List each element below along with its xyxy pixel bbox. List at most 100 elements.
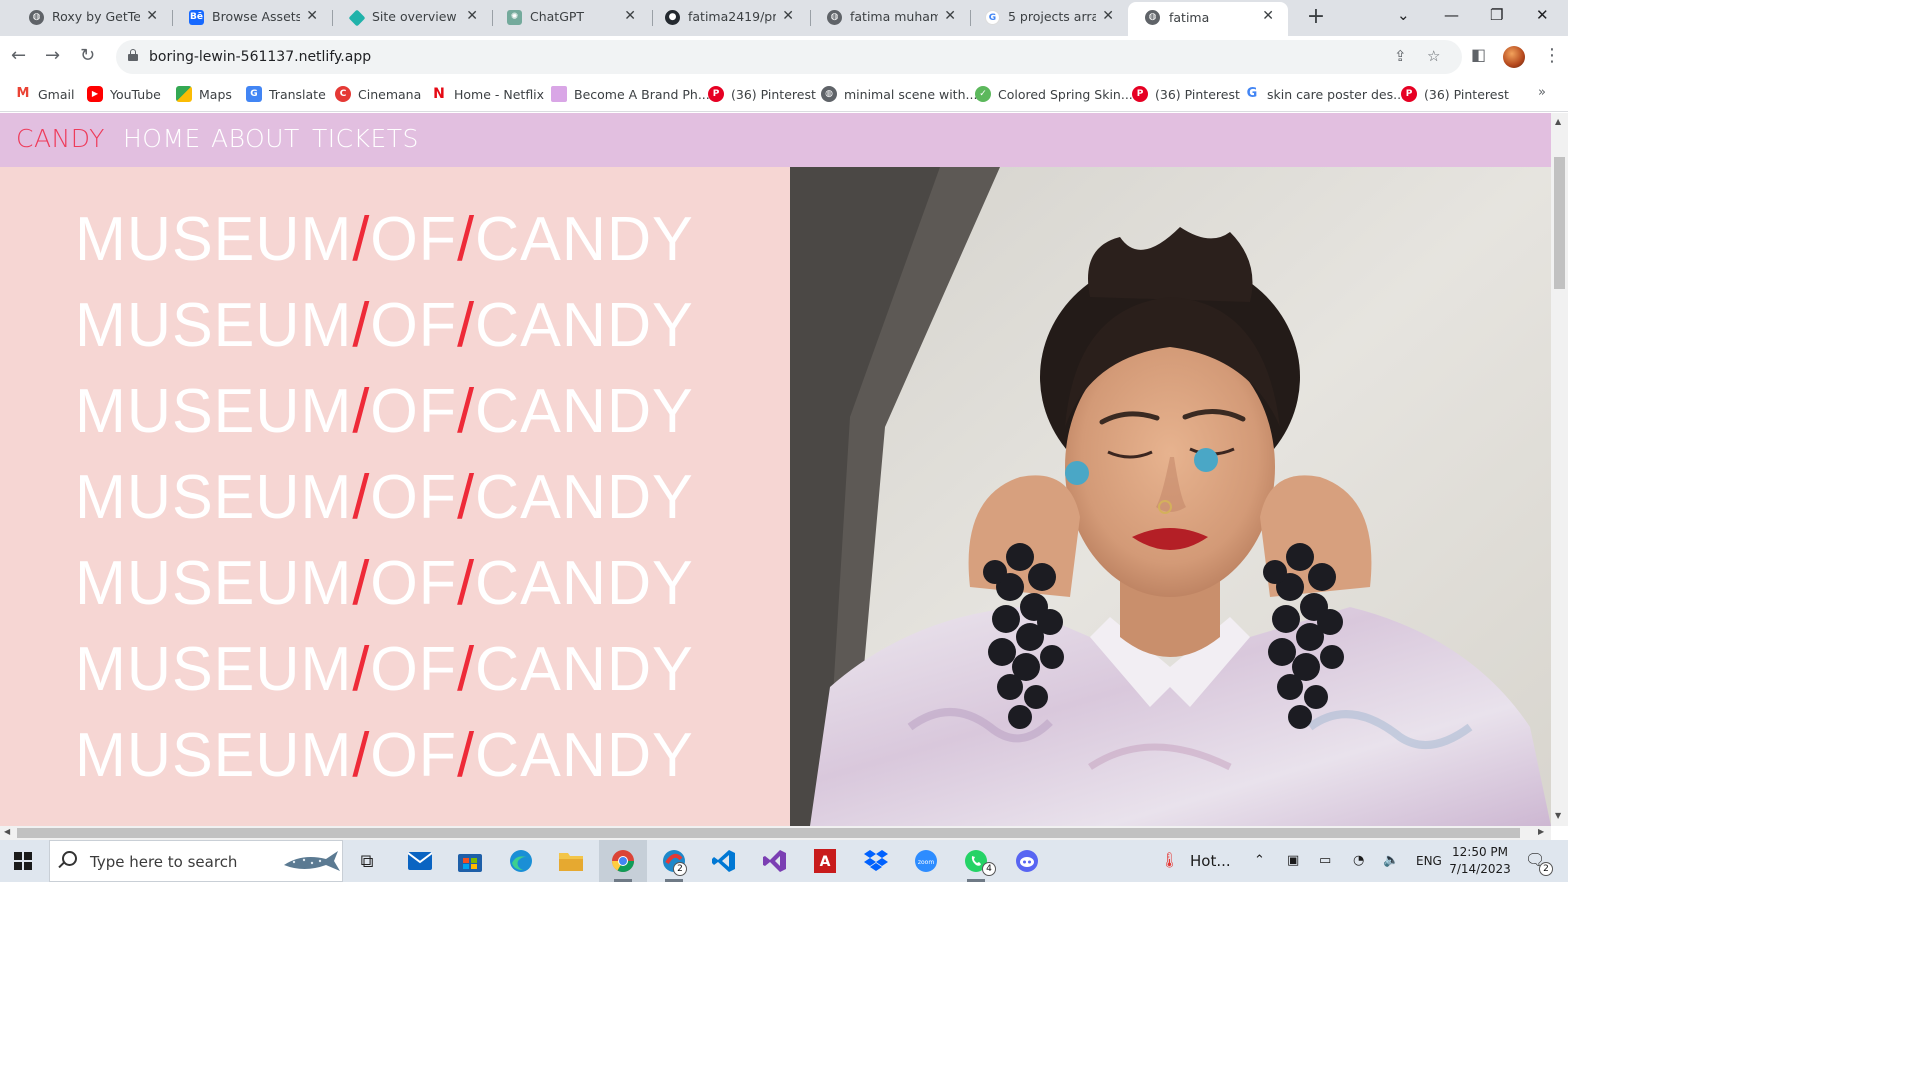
scrollbar-thumb[interactable] bbox=[17, 828, 1520, 838]
store-icon[interactable] bbox=[455, 847, 485, 875]
bookmark-translate[interactable]: G Translate bbox=[246, 86, 326, 102]
browser-tab[interactable]: G 5 projects arran ✕ bbox=[956, 0, 1128, 34]
forward-icon[interactable]: → bbox=[45, 45, 60, 66]
bookmark-pinterest[interactable]: P (36) Pinterest bbox=[1401, 86, 1509, 102]
horizontal-scrollbar[interactable]: ◀ ▶ bbox=[0, 826, 1551, 840]
acrobat-icon[interactable]: A bbox=[810, 847, 840, 875]
vscode-icon[interactable] bbox=[709, 847, 739, 875]
back-icon[interactable]: ← bbox=[11, 45, 26, 66]
discord-icon[interactable] bbox=[1012, 847, 1042, 875]
nav-tickets[interactable]: TICKETS bbox=[312, 124, 419, 153]
browser-tab[interactable]: ◍ fatima muhamm ✕ bbox=[798, 0, 970, 34]
chatgpt-icon: ✺ bbox=[507, 10, 522, 25]
volume-icon[interactable]: 🔈 bbox=[1383, 853, 1399, 868]
browser-tab[interactable]: Bē Browse Assets o ✕ bbox=[160, 0, 332, 34]
battery-icon[interactable]: ▭ bbox=[1319, 853, 1331, 868]
edge-icon[interactable] bbox=[506, 847, 536, 875]
running-indicator bbox=[967, 879, 985, 882]
browser-tab-strip: ◍ Roxy by GetTem ✕ Bē Browse Assets o ✕ … bbox=[0, 0, 1568, 40]
clock-date: 7/14/2023 bbox=[1449, 862, 1511, 876]
browser-tab[interactable]: Site overview | s ✕ bbox=[320, 0, 492, 34]
site-logo[interactable]: CANDY bbox=[16, 124, 105, 153]
bookmark-youtube[interactable]: ▶ YouTube bbox=[87, 86, 161, 102]
browser-tab-active[interactable]: ◍ fatima ✕ bbox=[1128, 2, 1288, 36]
zoom-icon[interactable]: zoom bbox=[911, 847, 941, 875]
hero-headline-line: MUSEUM/OF/CANDY bbox=[75, 553, 694, 615]
weather-text[interactable]: Hot... bbox=[1190, 852, 1231, 870]
bookmark-skin-care[interactable]: G skin care poster des... bbox=[1244, 86, 1405, 102]
window-close-icon[interactable]: ✕ bbox=[1536, 6, 1549, 24]
bookmark-label: Become A Brand Ph... bbox=[574, 86, 710, 102]
browser-tab[interactable]: ✺ ChatGPT ✕ bbox=[478, 0, 650, 34]
side-panel-icon[interactable]: ◧ bbox=[1471, 45, 1486, 64]
nav-about[interactable]: ABOUT bbox=[211, 124, 300, 153]
close-icon[interactable]: ✕ bbox=[782, 8, 794, 24]
bookmark-cinemana[interactable]: C Cinemana bbox=[335, 86, 421, 102]
url-text[interactable]: boring-lewin-561137.netlify.app bbox=[149, 49, 371, 65]
bookmark-maps[interactable]: Maps bbox=[176, 86, 232, 102]
bookmark-brand[interactable]: Become A Brand Ph... bbox=[551, 86, 710, 102]
task-view-icon[interactable]: ⧉ bbox=[352, 847, 382, 875]
bookmark-netflix[interactable]: N Home - Netflix bbox=[431, 86, 544, 102]
tab-title: Roxy by GetTem bbox=[52, 9, 140, 24]
scrollbar-thumb[interactable] bbox=[1554, 157, 1565, 289]
scroll-up-icon[interactable]: ▲ bbox=[1555, 117, 1561, 126]
hero-slash: / bbox=[457, 549, 476, 618]
menu-icon[interactable]: ⋮ bbox=[1543, 45, 1561, 66]
reload-icon[interactable]: ↻ bbox=[80, 45, 95, 66]
language-indicator[interactable]: ENG bbox=[1416, 854, 1442, 868]
bookmark-gmail[interactable]: M Gmail bbox=[15, 86, 74, 102]
bookmark-label: (36) Pinterest bbox=[1155, 86, 1240, 102]
close-icon[interactable]: ✕ bbox=[944, 8, 956, 24]
globe-icon: ◍ bbox=[1145, 10, 1160, 25]
system-clock[interactable]: 12:50 PM 7/14/2023 bbox=[1444, 844, 1516, 878]
visual-studio-icon[interactable] bbox=[760, 847, 790, 875]
browser-tab[interactable]: ● fatima2419/proj ✕ bbox=[636, 0, 808, 34]
close-icon[interactable]: ✕ bbox=[1262, 8, 1274, 24]
share-icon[interactable]: ⇪ bbox=[1394, 47, 1407, 65]
taskbar-search-input[interactable]: Type here to search bbox=[49, 840, 343, 882]
nav-home[interactable]: HOME bbox=[123, 124, 201, 153]
hero-headline-line: MUSEUM/OF/CANDY bbox=[75, 725, 694, 787]
close-icon[interactable]: ✕ bbox=[146, 8, 158, 24]
chrome-icon[interactable] bbox=[608, 847, 638, 875]
vertical-scrollbar[interactable]: ▲ ▼ bbox=[1551, 113, 1568, 826]
mail-icon[interactable] bbox=[405, 847, 435, 875]
lock-icon[interactable] bbox=[128, 49, 138, 61]
tab-search-icon[interactable]: ⌄ bbox=[1397, 6, 1410, 24]
file-explorer-icon[interactable] bbox=[556, 847, 586, 875]
hero-slash: / bbox=[352, 463, 371, 532]
bookmark-pinterest[interactable]: P (36) Pinterest bbox=[708, 86, 816, 102]
address-bar[interactable]: boring-lewin-561137.netlify.app ⇪ ☆ bbox=[116, 40, 1462, 74]
hero-slash: / bbox=[352, 291, 371, 360]
meet-now-icon[interactable]: ▣ bbox=[1287, 853, 1299, 868]
scroll-right-icon[interactable]: ▶ bbox=[1538, 827, 1544, 836]
windows-start-icon[interactable] bbox=[14, 852, 32, 870]
profile-avatar[interactable] bbox=[1503, 46, 1525, 68]
close-icon[interactable]: ✕ bbox=[624, 8, 636, 24]
more-bookmarks-icon[interactable]: » bbox=[1538, 85, 1546, 100]
bookmark-star-icon[interactable]: ☆ bbox=[1427, 47, 1440, 65]
bookmark-pinterest[interactable]: P (36) Pinterest bbox=[1132, 86, 1240, 102]
close-icon[interactable]: ✕ bbox=[1102, 8, 1114, 24]
chevron-up-icon[interactable]: ⌃ bbox=[1254, 853, 1265, 868]
wifi-icon[interactable]: ◔ bbox=[1353, 853, 1364, 868]
bookmark-minimal-scene[interactable]: ◍ minimal scene with... bbox=[821, 86, 977, 102]
minimize-icon[interactable]: — bbox=[1444, 6, 1459, 24]
hero-word-candy: CANDY bbox=[475, 205, 694, 274]
hero-word-of: OF bbox=[370, 463, 458, 532]
close-icon[interactable]: ✕ bbox=[466, 8, 478, 24]
hero-word-candy: CANDY bbox=[475, 377, 694, 446]
weather-icon[interactable]: 🌡 bbox=[1160, 851, 1179, 869]
close-icon[interactable]: ✕ bbox=[306, 8, 318, 24]
browser-tab[interactable]: ◍ Roxy by GetTem ✕ bbox=[0, 0, 172, 34]
dropbox-icon[interactable] bbox=[861, 847, 891, 875]
hero-word-candy: CANDY bbox=[475, 635, 694, 704]
bookmark-colored-spring[interactable]: ✓ Colored Spring Skin... bbox=[975, 86, 1133, 102]
restore-icon[interactable]: ❐ bbox=[1490, 6, 1503, 24]
hero-slash: / bbox=[352, 635, 371, 704]
new-tab-button[interactable]: + bbox=[1302, 4, 1330, 32]
scroll-left-icon[interactable]: ◀ bbox=[4, 827, 10, 836]
scroll-down-icon[interactable]: ▼ bbox=[1555, 811, 1561, 820]
tab-title: Browse Assets o bbox=[212, 9, 300, 24]
